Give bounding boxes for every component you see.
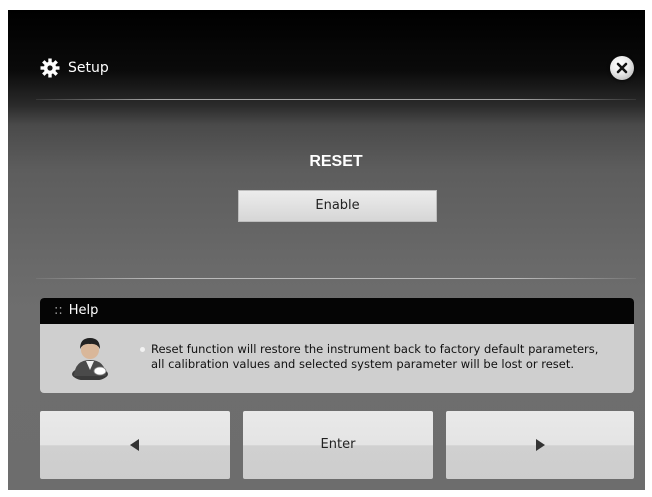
help-text: Reset function will restore the instrume… xyxy=(140,342,620,372)
help-header: :: Help xyxy=(40,298,634,324)
header-divider xyxy=(36,99,636,100)
help-text-line1: Reset function will restore the instrume… xyxy=(151,342,599,356)
arrow-left-icon xyxy=(130,438,139,451)
close-icon xyxy=(616,62,628,74)
help-panel: :: Help Reset function will restore the i… xyxy=(40,298,634,393)
user-avatar-icon xyxy=(72,338,108,380)
next-button[interactable] xyxy=(446,411,634,479)
reset-section-label: RESET xyxy=(309,153,363,170)
help-heading-prefix: :: xyxy=(54,303,63,318)
bullet-icon xyxy=(140,347,145,352)
enter-button[interactable]: Enter xyxy=(243,411,433,479)
close-button[interactable] xyxy=(610,56,634,80)
section-divider xyxy=(36,278,636,279)
help-text-line2: all calibration values and selected syst… xyxy=(151,357,575,371)
previous-button[interactable] xyxy=(40,411,230,479)
page-title: Setup xyxy=(68,60,109,76)
help-body: Reset function will restore the instrume… xyxy=(40,324,634,393)
enable-button[interactable]: Enable xyxy=(238,190,437,222)
arrow-right-icon xyxy=(536,438,545,451)
help-heading: Help xyxy=(68,303,99,318)
gear-icon xyxy=(40,58,60,78)
setup-screen: Setup RESET Enable :: Help Reset function xyxy=(8,10,645,490)
header-bar: Setup xyxy=(8,10,645,100)
